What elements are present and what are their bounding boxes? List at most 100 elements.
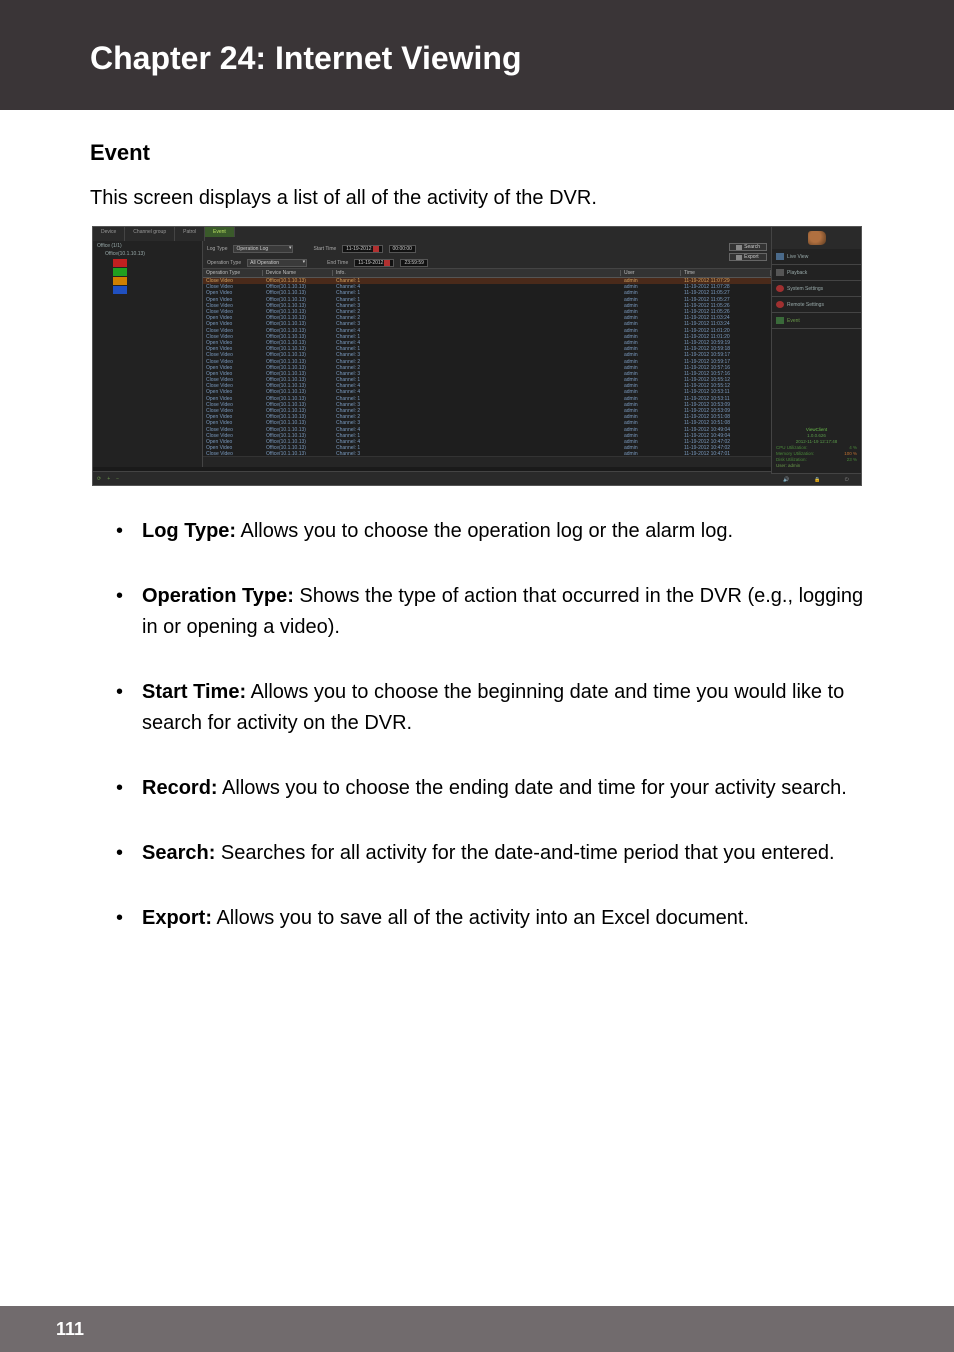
nav-playback[interactable]: Playback [772, 265, 861, 281]
log-cell-time: 11-19-2012 10:59:17 [681, 359, 771, 365]
log-cell-op: Close Video [203, 352, 263, 358]
log-row[interactable]: Open VideoOffice(10.1.10.13)Channel: 2ad… [203, 315, 771, 321]
log-row[interactable]: Open VideoOffice(10.1.10.13)Channel: 4ad… [203, 389, 771, 395]
log-cell-user: admin [621, 290, 681, 296]
end-date-input[interactable]: 11-19-2012 [354, 259, 394, 267]
export-button[interactable]: Export [729, 253, 767, 261]
log-cell-user: admin [621, 451, 681, 455]
log-cell-user: admin [621, 359, 681, 365]
log-cell-dev: Office(10.1.10.13) [263, 383, 333, 389]
log-row[interactable]: Open VideoOffice(10.1.10.13)Channel: 1ad… [203, 396, 771, 402]
tab-channel-group[interactable]: Channel group [125, 227, 175, 241]
search-button[interactable]: Search [729, 243, 767, 251]
log-cell-time: 11-19-2012 10:47:01 [681, 451, 771, 455]
log-row[interactable]: Close VideoOffice(10.1.10.13)Channel: 2a… [203, 358, 771, 364]
log-row[interactable]: Close VideoOffice(10.1.10.13)Channel: 1a… [203, 334, 771, 340]
log-cell-dev: Office(10.1.10.13) [263, 346, 333, 352]
tree-node-dvr[interactable]: Office(10.1.10.13) [97, 251, 198, 257]
volume-icon[interactable]: 🔊 [783, 477, 789, 483]
log-cell-dev: Office(10.1.10.13) [263, 352, 333, 358]
start-date-input[interactable]: 11-19-2012 [342, 245, 382, 253]
log-cell-op: Close Video [203, 359, 263, 365]
log-cell-time: 11-19-2012 10:59:17 [681, 352, 771, 358]
log-row[interactable]: Open VideoOffice(10.1.10.13)Channel: 1ad… [203, 346, 771, 352]
dvr-app-window: Device Channel group Patrol Event Office… [92, 226, 862, 486]
definition-term: Export: [142, 907, 212, 929]
tab-device[interactable]: Device [93, 227, 125, 241]
embedded-screenshot: Device Channel group Patrol Event Office… [92, 226, 862, 486]
channel-thumb-2[interactable] [113, 268, 127, 276]
log-row[interactable]: Open VideoOffice(10.1.10.13)Channel: 3ad… [203, 321, 771, 327]
log-cell-dev: Office(10.1.10.13) [263, 278, 333, 284]
log-row[interactable]: Open VideoOffice(10.1.10.13)Channel: 3ad… [203, 420, 771, 426]
log-cell-time: 11-19-2012 10:53:09 [681, 408, 771, 414]
log-row[interactable]: Close VideoOffice(10.1.10.13)Channel: 3a… [203, 352, 771, 358]
log-row[interactable]: Open VideoOffice(10.1.10.13)Channel: 1ad… [203, 445, 771, 451]
log-cell-op: Open Video [203, 414, 263, 420]
definition-item: Start Time: Allows you to choose the beg… [90, 677, 864, 739]
log-cell-op: Open Video [203, 297, 263, 303]
log-row[interactable]: Close VideoOffice(10.1.10.13)Channel: 1a… [203, 377, 771, 383]
channel-thumb-3[interactable] [113, 277, 127, 285]
log-row[interactable]: Close VideoOffice(10.1.10.13)Channel: 3a… [203, 451, 771, 455]
definition-item: Export: Allows you to save all of the ac… [90, 903, 864, 934]
nav-system-settings-label: System Settings [787, 286, 823, 292]
log-type-select[interactable]: Operation Log [233, 245, 293, 253]
log-cell-user: admin [621, 334, 681, 340]
tab-event[interactable]: Event [205, 227, 235, 237]
col-user[interactable]: User [621, 270, 681, 276]
bottom-toolbar: ⟳ + − [93, 471, 771, 485]
log-row[interactable]: Open VideoOffice(10.1.10.13)Channel: 4ad… [203, 340, 771, 346]
nav-remote-settings[interactable]: Remote Settings [772, 297, 861, 313]
log-cell-op: Open Video [203, 340, 263, 346]
monitor-icon [776, 253, 784, 260]
log-cell-user: admin [621, 377, 681, 383]
end-time-input[interactable]: 23:59:59 [400, 259, 427, 267]
power-icon[interactable]: ⏻ [845, 477, 849, 483]
col-operation-type[interactable]: Operation Type [203, 270, 263, 276]
operation-type-select[interactable]: All Operation [247, 259, 307, 267]
log-row[interactable]: Close VideoOffice(10.1.10.13)Channel: 4a… [203, 328, 771, 334]
channel-thumb-1[interactable] [113, 259, 127, 267]
log-row[interactable]: Open VideoOffice(10.1.10.13)Channel: 1ad… [203, 290, 771, 296]
log-row[interactable]: Close VideoOffice(10.1.10.13)Channel: 4a… [203, 427, 771, 433]
channel-thumb-4[interactable] [113, 286, 127, 294]
calendar-icon[interactable] [373, 246, 379, 252]
log-cell-dev: Office(10.1.10.13) [263, 321, 333, 327]
log-row[interactable]: Close VideoOffice(10.1.10.13)Channel: 4a… [203, 284, 771, 290]
log-row[interactable]: Close VideoOffice(10.1.10.13)Channel: 1a… [203, 433, 771, 439]
col-info[interactable]: Info. [333, 270, 621, 276]
log-row[interactable]: Open VideoOffice(10.1.10.13)Channel: 1ad… [203, 297, 771, 303]
nav-system-settings[interactable]: System Settings [772, 281, 861, 297]
log-cell-dev: Office(10.1.10.13) [263, 408, 333, 414]
tree-root-office[interactable]: Office (1/1) [97, 243, 198, 249]
log-row[interactable]: Close VideoOffice(10.1.10.13)Channel: 2a… [203, 309, 771, 315]
log-row[interactable]: Close VideoOffice(10.1.10.13)Channel: 3a… [203, 303, 771, 309]
log-cell-user: admin [621, 309, 681, 315]
export-button-label: Export [744, 254, 758, 260]
nav-live-view[interactable]: Live View [772, 249, 861, 265]
nav-event[interactable]: Event [772, 313, 861, 329]
col-device-name[interactable]: Device Name [263, 270, 333, 276]
col-time[interactable]: Time [681, 270, 771, 276]
log-row[interactable]: Open VideoOffice(10.1.10.13)Channel: 2ad… [203, 365, 771, 371]
log-row[interactable]: Open VideoOffice(10.1.10.13)Channel: 4ad… [203, 439, 771, 445]
refresh-button[interactable]: ⟳ [97, 476, 101, 482]
log-row[interactable]: Close VideoOffice(10.1.10.13)Channel: 1a… [203, 278, 771, 284]
lock-icon[interactable]: 🔒 [814, 477, 820, 483]
calendar-icon[interactable] [384, 260, 390, 266]
log-cell-op: Open Video [203, 315, 263, 321]
log-row[interactable]: Open VideoOffice(10.1.10.13)Channel: 2ad… [203, 414, 771, 420]
log-row[interactable]: Close VideoOffice(10.1.10.13)Channel: 4a… [203, 383, 771, 389]
end-date-value: 11-19-2012 [358, 260, 383, 266]
log-row[interactable]: Close VideoOffice(10.1.10.13)Channel: 3a… [203, 402, 771, 408]
log-row[interactable]: Open VideoOffice(10.1.10.13)Channel: 3ad… [203, 371, 771, 377]
add-button[interactable]: + [107, 476, 110, 482]
log-cell-info: Channel: 4 [333, 389, 621, 395]
status-panel: ViewClient 1.0.0.626 2012-11-19 12:17:48… [772, 425, 861, 471]
log-row[interactable]: Close VideoOffice(10.1.10.13)Channel: 2a… [203, 408, 771, 414]
remove-button[interactable]: − [116, 476, 119, 482]
log-cell-op: Close Video [203, 383, 263, 389]
start-time-input[interactable]: 00:00:00 [389, 245, 416, 253]
tab-patrol[interactable]: Patrol [175, 227, 205, 241]
